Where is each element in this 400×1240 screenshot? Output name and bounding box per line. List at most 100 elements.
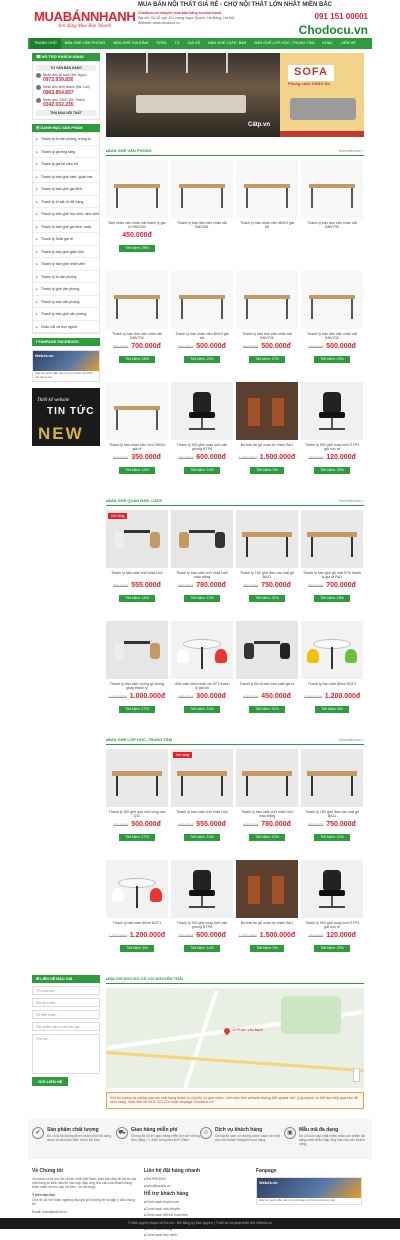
- email-input[interactable]: Địa chỉ email...: [32, 998, 100, 1007]
- product-image[interactable]: [236, 749, 298, 807]
- product-name[interactable]: Thanh lý Bộ tủ bàn tròn cafe giá rẻ: [236, 682, 298, 692]
- category-link[interactable]: Thanh lý bàn ghế văn phòng: [33, 308, 99, 321]
- category-link[interactable]: Thanh lý giường tầng: [33, 146, 99, 159]
- submit-button[interactable]: GỬI LIÊN HỆ: [32, 1077, 69, 1086]
- product-name[interactable]: Thanh lý bàn cafe chữ nhật 1m2: [106, 571, 168, 581]
- nav-item[interactable]: TỦ: [170, 38, 183, 49]
- footer-support-link[interactable]: Chính sách vận chuyển: [144, 1207, 250, 1211]
- product-image[interactable]: [106, 382, 168, 440]
- product-card[interactable]: Thanh lý bàn cafe chữ nhật 1m2 màu trắng…: [171, 510, 233, 615]
- product-image[interactable]: [301, 510, 363, 568]
- category-link[interactable]: Thanh lý ghế văn phòng: [33, 283, 99, 296]
- product-image[interactable]: [301, 382, 363, 440]
- product-card[interactable]: Thanh lý bàn cafe 80cm BCF1 1.300.000đ 1.2…: [301, 621, 363, 726]
- product-name[interactable]: Thanh lý bàn cafe chữ nhật 1m2 màu trắng: [171, 571, 233, 581]
- view-more-link[interactable]: Xem nhiều hơn »: [339, 499, 364, 503]
- category-link[interactable]: Thanh lý bàn ghế cafe, quán bar: [33, 171, 99, 184]
- product-name[interactable]: Thanh lý bàn nhân viên 1m2 BNV4 giá rẻ: [106, 443, 168, 453]
- product-image[interactable]: [106, 860, 168, 918]
- slider-main-image[interactable]: Cấtp.vn: [106, 53, 280, 137]
- product-image[interactable]: [301, 749, 363, 807]
- product-image[interactable]: [301, 271, 363, 329]
- product-image[interactable]: [236, 860, 298, 918]
- product-name[interactable]: Bộ bàn ăn gỗ xoan tự nhiên BA1: [236, 921, 298, 931]
- section-title[interactable]: BÀN GHẾ VĂN PHÒNG: [106, 148, 152, 154]
- product-card[interactable]: Thanh lý bàn làm việc chân sắt BNV705 600…: [236, 271, 298, 376]
- google-map[interactable]: 15 Phạm Văn Bạch: [106, 988, 364, 1088]
- product-card[interactable]: Bộ bàn ăn gỗ xoan tự nhiên BA1 1.650.000đ…: [236, 382, 298, 487]
- product-image[interactable]: [301, 860, 363, 918]
- site-logo[interactable]: MUABÁNNHANH Nơi đăng Mua Bán Nhanh: [34, 9, 138, 31]
- footer-support-link[interactable]: Chính sách thanh toán: [144, 1200, 250, 1204]
- product-name[interactable]: Bộ bàn ăn gỗ xoan tự nhiên BA1: [236, 443, 298, 453]
- contact-phone[interactable]: 0242.032.235: [43, 102, 85, 108]
- footer-support-link[interactable]: Chính sách đổi trả, hoàn tiền: [144, 1213, 250, 1217]
- product-name[interactable]: Thanh lý bàn cafe 80cm BCF1: [301, 682, 363, 692]
- support-contact[interactable]: Nhân viên kinh doanh (Ms. Lan) 0963.854.8…: [36, 85, 96, 96]
- product-name[interactable]: Thanh lý 150 ghế xoay lưới văn phòng BTP…: [171, 443, 233, 453]
- nav-item[interactable]: SOFA: [152, 38, 170, 49]
- category-link[interactable]: Thanh lý bàn ghế học sinh, sinh viên: [33, 208, 99, 221]
- product-name[interactable]: Thanh lý bàn cafe chữ nhật 1m2: [171, 810, 233, 820]
- category-link[interactable]: Thanh lý bàn ghế giám đốc: [33, 246, 99, 259]
- category-link[interactable]: Thanh lý tủ văn phòng: [33, 271, 99, 284]
- nav-item[interactable]: LIÊN HỆ: [337, 38, 360, 49]
- news-ad-banner[interactable]: Thiết kế website TIN TỨC NEW: [32, 387, 100, 446]
- category-link[interactable]: Thanh lý Sofa giá rẻ: [33, 233, 99, 246]
- message-textarea[interactable]: Ghi chú...: [32, 1034, 100, 1074]
- product-card[interactable]: Thanh lý 150 ghế đơn cao mặt gỗ BA11 950.…: [236, 510, 298, 615]
- product-image[interactable]: [171, 382, 233, 440]
- product-name[interactable]: Thanh lý bàn nhân viên BNV3 giá tốt: [236, 221, 298, 231]
- product-name[interactable]: Bàn nhân viên chân sắt thanh lý giá rẻ B…: [106, 221, 168, 231]
- footer-contact-line[interactable]: 094.999.3093: [144, 1177, 250, 1181]
- product-name[interactable]: Thanh lý 150 ghế đơn cao mặt gỗ BA11: [301, 810, 363, 820]
- nav-item[interactable]: BÀN GHẾ LỚP HỌC, TRUNG TÂM: [250, 38, 318, 49]
- product-card[interactable]: Thanh lý bàn làm việc chân sắt BNV705: [301, 160, 363, 265]
- product-card[interactable]: Thanh lý bàn nhân viên BNV3 giá tốt: [236, 160, 298, 265]
- product-card[interactable]: Thanh lý bàn ghế gỗ mặt 97% thanh lý giá…: [301, 510, 363, 615]
- product-name[interactable]: Thanh lý 300 ghế quỳ lưới lưng cao Q12: [106, 810, 168, 820]
- product-card[interactable]: Thanh lý 150 ghế xoay lưới văn phòng BTP…: [171, 860, 233, 965]
- product-name[interactable]: Thanh lý bàn cafe 80cm BCF1: [106, 921, 168, 931]
- view-more-link[interactable]: Xem nhiều hơn »: [339, 149, 364, 153]
- category-link[interactable]: Thanh lý giá kệ siêu thị: [33, 158, 99, 171]
- product-card[interactable]: Thanh lý 150 ghế đơn cao mặt gỗ BA11 950.…: [301, 749, 363, 854]
- product-card[interactable]: Thanh lý Bộ tủ bàn tròn cafe giá rẻ 650.0…: [236, 621, 298, 726]
- contact-phone[interactable]: 0963.854.837: [43, 90, 90, 96]
- product-card[interactable]: Hot hàng Thanh lý bàn cafe chữ nhật 1m2 65…: [171, 749, 233, 854]
- category-link[interactable]: Thanh lý tủ sắt, tủ để hàng: [33, 196, 99, 209]
- product-name[interactable]: Thanh lý bàn làm việc chân sắt BNV705: [106, 332, 168, 342]
- category-link[interactable]: Thanh lý bàn văn phòng: [33, 296, 99, 309]
- sofa-banner[interactable]: SOFA Phong cách CHÂU ÂU: [280, 53, 364, 137]
- product-card[interactable]: Thanh lý bàn cafe chữ nhật 1m2 màu trắng…: [236, 749, 298, 854]
- product-card[interactable]: Thanh lý 500 ghế xoay lưới GTP4 giá cực …: [301, 382, 363, 487]
- product-image[interactable]: [301, 621, 363, 679]
- product-name[interactable]: Thanh lý bàn ghế gỗ mặt 97% thanh lý giá…: [301, 571, 363, 581]
- section-title[interactable]: BÀN GHẾ LỚP HỌC, TRUNG TÂM: [106, 737, 172, 743]
- product-image[interactable]: [106, 621, 168, 679]
- footer-fanpage-widget[interactable]: Web2s.vn Hãy là người đầu tiên trong số …: [256, 1177, 362, 1205]
- contact-phone[interactable]: 0972.939.830: [43, 77, 87, 83]
- product-card[interactable]: Thanh lý bàn cafe 80cm BCF1 1.300.000đ 1.2…: [106, 860, 168, 965]
- category-link[interactable]: Thanh lý bàn ghế nhân viên: [33, 258, 99, 271]
- footer-email[interactable]: Email: hotro@web2s.vn: [32, 1210, 138, 1214]
- category-link[interactable]: Chào cắt cả mọi người: [33, 321, 99, 334]
- support-contact[interactable]: Nhân viên kế toán (Ms. Ngọc) 0972.939.830: [36, 73, 96, 83]
- product-card[interactable]: Thanh lý bàn cafe vuông gỗ thông giray t…: [106, 621, 168, 726]
- product-card[interactable]: Thanh lý 150 ghế xoay lưới văn phòng BTP…: [171, 382, 233, 487]
- product-card[interactable]: Thanh lý 300 ghế quỳ lưới lưng cao Q12 70…: [106, 749, 168, 854]
- zoom-control[interactable]: [353, 1068, 360, 1082]
- nav-item[interactable]: BÀN GHẾ GIA ĐÌNH: [110, 38, 153, 49]
- banner-slider[interactable]: Cấtp.vn SOFA Phong cách CHÂU ÂU: [106, 53, 364, 137]
- section-title[interactable]: BÀN GHẾ QUÁN BAR, CAFE: [106, 498, 162, 504]
- product-image[interactable]: [236, 510, 298, 568]
- view-more-link[interactable]: Xem nhiều hơn »: [339, 738, 364, 742]
- product-name[interactable]: Thanh lý bàn nhân viên BNV3 giá tốt: [171, 332, 233, 342]
- product-card[interactable]: Bàn nhân viên chân sắt thanh lý giá rẻ B…: [106, 160, 168, 265]
- product-card[interactable]: Thanh lý bàn nhân viên BNV3 giá tốt 650.0…: [171, 271, 233, 376]
- nav-item[interactable]: KHÁC: [318, 38, 337, 49]
- product-image[interactable]: [301, 160, 363, 218]
- nav-item[interactable]: BÀN GHẾ VĂN PHÒNG: [61, 38, 110, 49]
- product-image[interactable]: [171, 160, 233, 218]
- product-image[interactable]: [171, 860, 233, 918]
